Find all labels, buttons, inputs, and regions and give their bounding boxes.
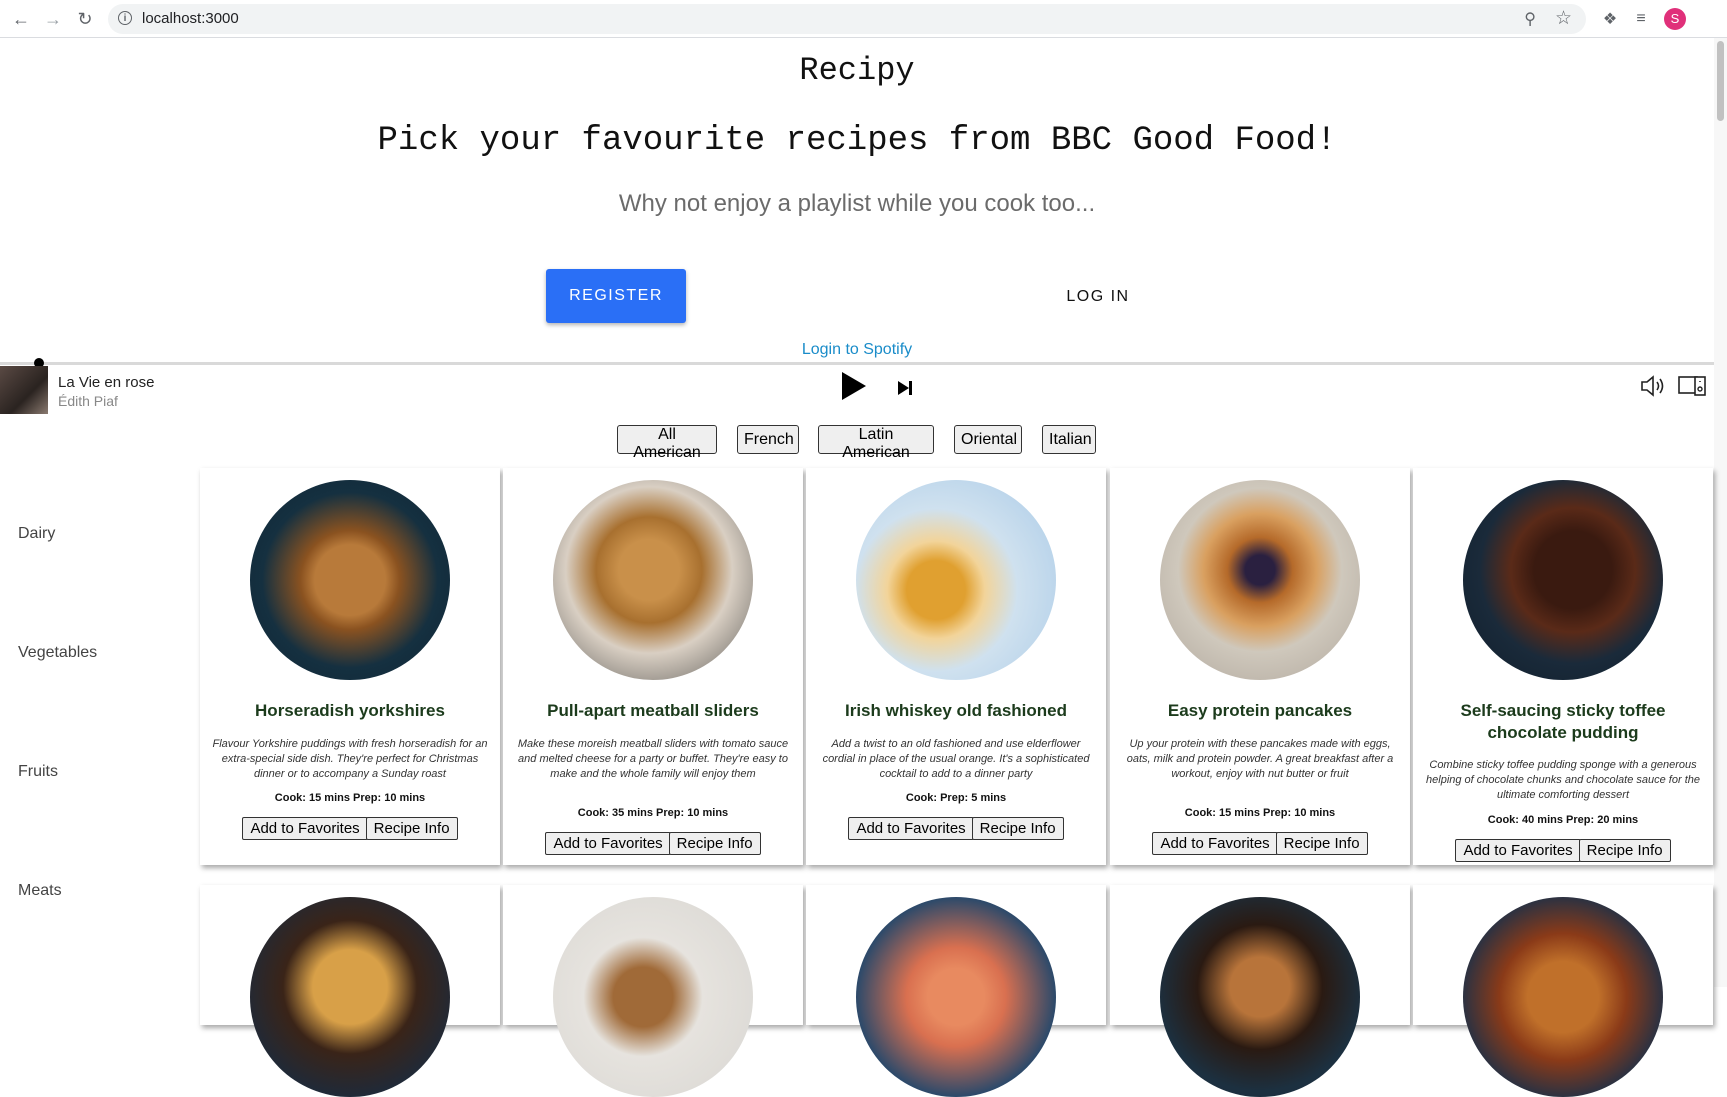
recipe-card: Self-saucing sticky toffee chocolate pud… [1413,468,1713,865]
recipe-times: Cook: 40 mins Prep: 20 mins [1487,814,1639,826]
back-icon[interactable]: ← [9,7,33,31]
recipe-actions: Add to Favorites Recipe Info [806,817,1106,840]
volume-icon[interactable] [1640,374,1666,398]
key-icon[interactable]: ⚲ [1524,9,1536,29]
recipe-description: Add a twist to an old fashioned and use … [822,738,1090,780]
site-title: Recipy [799,52,915,89]
recipe-card [1110,885,1410,1097]
recipe-actions: Add to Favorites Recipe Info [503,832,803,855]
recipe-info-button[interactable]: Recipe Info [1275,832,1368,855]
play-icon[interactable] [842,372,866,400]
bookmark-star-icon[interactable]: ☆ [1555,7,1572,30]
recipe-photo[interactable] [856,897,1056,1097]
recipe-photo[interactable] [553,897,753,1097]
page-subheadline: Why not enjoy a playlist while you cook … [618,190,1096,217]
login-button[interactable]: LOG IN [1036,280,1160,314]
cuisine-filter-oriental[interactable]: Oriental [954,425,1022,454]
recipe-card [1413,885,1713,1097]
extensions-icon[interactable]: ❖ [1598,7,1622,31]
forward-icon[interactable]: → [41,7,65,31]
recipe-card [200,885,500,1097]
recipe-photo[interactable] [1463,480,1663,680]
register-button[interactable]: REGISTER [546,269,686,323]
page-headline: Pick your favourite recipes from BBC Goo… [377,122,1337,160]
devices-icon[interactable] [1678,374,1706,398]
recipe-actions: Add to Favorites Recipe Info [200,817,500,840]
recipe-description: Flavour Yorkshire puddings with fresh ho… [212,738,488,780]
add-to-favorites-button[interactable]: Add to Favorites [545,832,671,855]
recipe-description: Up your protein with these pancakes made… [1126,738,1394,780]
reading-list-icon[interactable]: ≡ [1629,7,1653,31]
recipe-times: Cook: 15 mins Prep: 10 mins [1184,807,1336,819]
add-to-favorites-button[interactable]: Add to Favorites [848,817,974,840]
recipe-photo[interactable] [553,480,753,680]
sidebar-item-vegetables[interactable]: Vegetables [18,644,97,662]
sidebar-item-fruits[interactable]: Fruits [18,763,58,781]
skip-next-icon[interactable] [897,380,913,396]
profile-avatar[interactable]: S [1664,8,1686,30]
recipe-card: Horseradish yorkshires Flavour Yorkshire… [200,468,500,865]
recipe-photo[interactable] [856,480,1056,680]
recipe-photo[interactable] [1160,897,1360,1097]
recipe-actions: Add to Favorites Recipe Info [1413,839,1713,862]
scrollbar-thumb[interactable] [1717,41,1724,121]
recipe-title: Irish whiskey old fashioned [845,701,1067,720]
track-title: La Vie en rose [58,374,155,391]
album-cover [0,366,48,414]
recipe-info-button[interactable]: Recipe Info [668,832,761,855]
recipe-description: Make these moreish meatball sliders with… [517,738,789,780]
add-to-favorites-button[interactable]: Add to Favorites [1152,832,1278,855]
reload-icon[interactable]: ↻ [73,7,97,31]
cuisine-filter-all-american[interactable]: All American [617,425,717,461]
recipe-card: Pull-apart meatball sliders Make these m… [503,468,803,865]
browser-toolbar: ← → ↻ i localhost:3000 ⚲ ☆ ❖ ≡ S [0,0,1727,38]
recipe-photo[interactable] [1463,897,1663,1097]
cuisine-filter-latin-american[interactable]: Latin American [818,425,934,461]
recipe-title: Horseradish yorkshires [255,701,445,720]
recipe-card [806,885,1106,1097]
recipe-card [503,885,803,1097]
recipe-title: Easy protein pancakes [1167,701,1353,720]
recipe-info-button[interactable]: Recipe Info [971,817,1064,840]
recipe-actions: Add to Favorites Recipe Info [1110,832,1410,855]
recipe-photo[interactable] [250,480,450,680]
track-artist[interactable]: Édith Piaf [58,393,118,409]
add-to-favorites-button[interactable]: Add to Favorites [1455,839,1581,862]
recipe-card: Irish whiskey old fashioned Add a twist … [806,468,1106,865]
playback-progress-bar[interactable] [0,362,1714,365]
cuisine-filter-italian[interactable]: Italian [1042,425,1096,454]
add-to-favorites-button[interactable]: Add to Favorites [242,817,368,840]
recipe-info-button[interactable]: Recipe Info [365,817,458,840]
cuisine-filter-french[interactable]: French [737,425,799,454]
sidebar-item-meats[interactable]: Meats [18,882,62,900]
recipe-photo[interactable] [1160,480,1360,680]
sidebar-item-dairy[interactable]: Dairy [18,525,55,543]
recipe-times: Cook: 35 mins Prep: 10 mins [577,807,729,819]
recipe-photo[interactable] [250,897,450,1097]
recipe-description: Combine sticky toffee pudding sponge wit… [1426,759,1700,801]
recipe-times: Cook: Prep: 5 mins [905,792,1007,804]
login-to-spotify-link[interactable]: Login to Spotify [0,341,1714,359]
recipe-title: Pull-apart meatball sliders [547,701,759,720]
recipe-info-button[interactable]: Recipe Info [1578,839,1671,862]
url-text[interactable]: localhost:3000 [142,10,239,27]
recipe-times: Cook: 15 mins Prep: 10 mins [274,792,426,804]
recipe-card: Easy protein pancakes Up your protein wi… [1110,468,1410,865]
address-bar[interactable]: i localhost:3000 ⚲ ☆ [108,4,1586,34]
site-info-icon[interactable]: i [118,11,132,25]
page-scrollbar[interactable] [1714,38,1727,987]
recipe-title: Self-saucing sticky toffee chocolate pud… [1460,701,1666,742]
